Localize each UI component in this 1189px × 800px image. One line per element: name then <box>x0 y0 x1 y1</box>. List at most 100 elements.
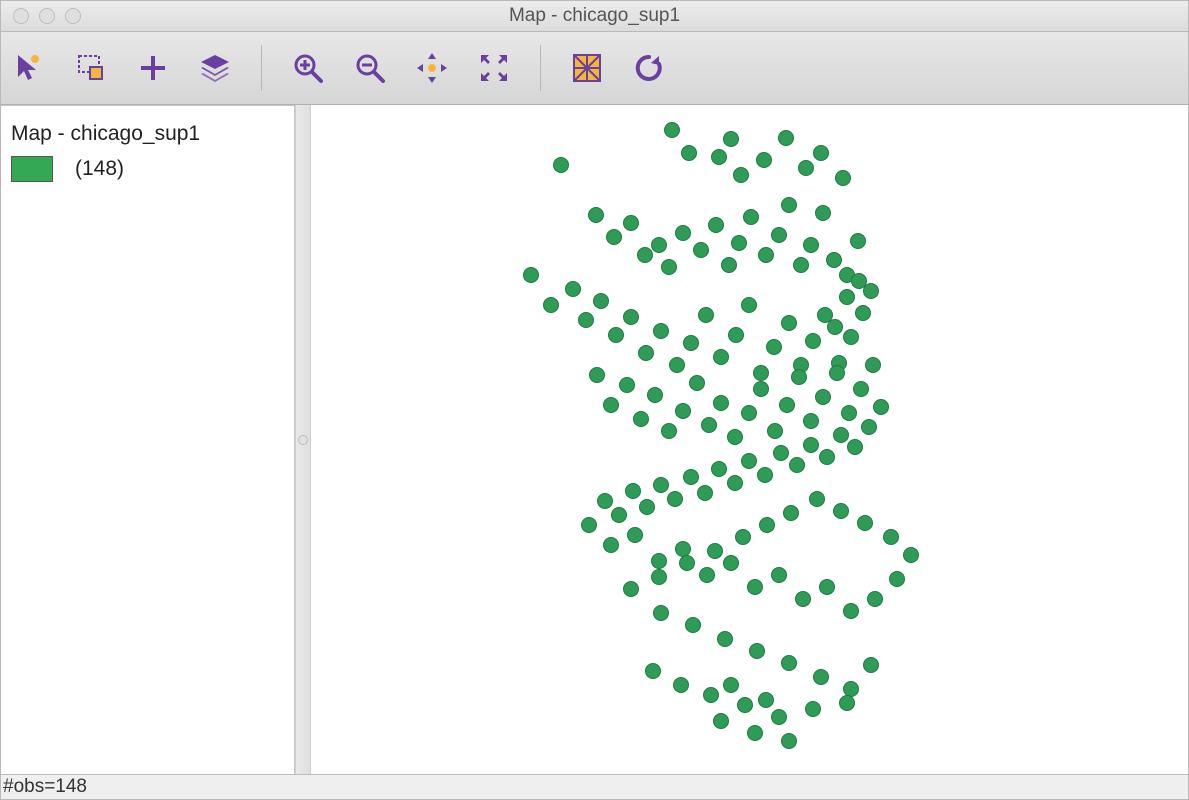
map-point[interactable] <box>685 617 701 633</box>
map-point[interactable] <box>593 293 609 309</box>
select-tool-button[interactable] <box>9 48 49 88</box>
zoom-out-button[interactable] <box>350 48 390 88</box>
map-canvas[interactable] <box>311 105 1188 774</box>
map-point[interactable] <box>795 591 811 607</box>
map-point[interactable] <box>867 591 883 607</box>
map-point[interactable] <box>773 445 789 461</box>
map-point[interactable] <box>789 457 805 473</box>
map-point[interactable] <box>578 312 594 328</box>
close-window-button[interactable] <box>13 8 29 24</box>
map-point[interactable] <box>861 419 877 435</box>
map-point[interactable] <box>798 160 814 176</box>
map-point[interactable] <box>735 529 751 545</box>
map-point[interactable] <box>758 692 774 708</box>
map-point[interactable] <box>747 725 763 741</box>
map-point[interactable] <box>689 375 705 391</box>
map-point[interactable] <box>651 553 667 569</box>
map-point[interactable] <box>713 395 729 411</box>
map-point[interactable] <box>669 357 685 373</box>
map-point[interactable] <box>855 305 871 321</box>
map-point[interactable] <box>731 235 747 251</box>
map-point[interactable] <box>857 515 873 531</box>
map-point[interactable] <box>781 315 797 331</box>
map-point[interactable] <box>781 197 797 213</box>
rectangle-select-button[interactable] <box>71 48 111 88</box>
map-point[interactable] <box>749 643 765 659</box>
map-point[interactable] <box>647 387 663 403</box>
map-point[interactable] <box>565 281 581 297</box>
map-point[interactable] <box>903 547 919 563</box>
map-point[interactable] <box>843 603 859 619</box>
map-point[interactable] <box>767 423 783 439</box>
map-point[interactable] <box>815 205 831 221</box>
map-point[interactable] <box>653 477 669 493</box>
map-point[interactable] <box>805 333 821 349</box>
map-point[interactable] <box>627 527 643 543</box>
map-point[interactable] <box>889 571 905 587</box>
map-point[interactable] <box>581 517 597 533</box>
map-point[interactable] <box>783 505 799 521</box>
map-point[interactable] <box>826 252 842 268</box>
map-point[interactable] <box>737 697 753 713</box>
map-point[interactable] <box>693 242 709 258</box>
map-point[interactable] <box>791 369 807 385</box>
map-point[interactable] <box>779 397 795 413</box>
map-point[interactable] <box>819 449 835 465</box>
map-point[interactable] <box>697 485 713 501</box>
splitter-handle[interactable] <box>295 105 311 774</box>
map-point[interactable] <box>639 499 655 515</box>
map-point[interactable] <box>723 555 739 571</box>
map-point[interactable] <box>698 307 714 323</box>
map-point[interactable] <box>603 537 619 553</box>
map-point[interactable] <box>721 257 737 273</box>
map-point[interactable] <box>753 381 769 397</box>
map-point[interactable] <box>589 367 605 383</box>
map-point[interactable] <box>683 469 699 485</box>
map-point[interactable] <box>713 713 729 729</box>
map-point[interactable] <box>711 461 727 477</box>
map-point[interactable] <box>781 733 797 749</box>
map-point[interactable] <box>638 345 654 361</box>
map-point[interactable] <box>683 335 699 351</box>
map-point[interactable] <box>803 437 819 453</box>
map-point[interactable] <box>653 605 669 621</box>
map-point[interactable] <box>809 491 825 507</box>
map-point[interactable] <box>608 327 624 343</box>
map-point[interactable] <box>523 267 539 283</box>
pan-button[interactable] <box>412 48 452 88</box>
map-point[interactable] <box>839 289 855 305</box>
map-point[interactable] <box>741 297 757 313</box>
map-point[interactable] <box>741 405 757 421</box>
map-point[interactable] <box>713 349 729 365</box>
map-point[interactable] <box>723 677 739 693</box>
map-point[interactable] <box>673 677 689 693</box>
map-point[interactable] <box>606 229 622 245</box>
map-point[interactable] <box>741 453 757 469</box>
map-point[interactable] <box>813 145 829 161</box>
map-point[interactable] <box>747 579 763 595</box>
map-point[interactable] <box>873 399 889 415</box>
map-point[interactable] <box>843 329 859 345</box>
map-point[interactable] <box>679 555 695 571</box>
map-point[interactable] <box>619 377 635 393</box>
map-point[interactable] <box>651 237 667 253</box>
map-point[interactable] <box>829 365 845 381</box>
map-point[interactable] <box>757 467 773 483</box>
map-point[interactable] <box>727 475 743 491</box>
map-point[interactable] <box>661 259 677 275</box>
zoom-in-button[interactable] <box>288 48 328 88</box>
map-point[interactable] <box>756 152 772 168</box>
add-button[interactable] <box>133 48 173 88</box>
map-point[interactable] <box>805 701 821 717</box>
map-point[interactable] <box>743 209 759 225</box>
map-point[interactable] <box>651 569 667 585</box>
refresh-button[interactable] <box>629 48 669 88</box>
map-point[interactable] <box>723 131 739 147</box>
map-point[interactable] <box>588 207 604 223</box>
map-point[interactable] <box>771 567 787 583</box>
map-point[interactable] <box>664 122 680 138</box>
map-point[interactable] <box>827 319 843 335</box>
map-point[interactable] <box>681 145 697 161</box>
map-point[interactable] <box>675 225 691 241</box>
map-point[interactable] <box>833 427 849 443</box>
